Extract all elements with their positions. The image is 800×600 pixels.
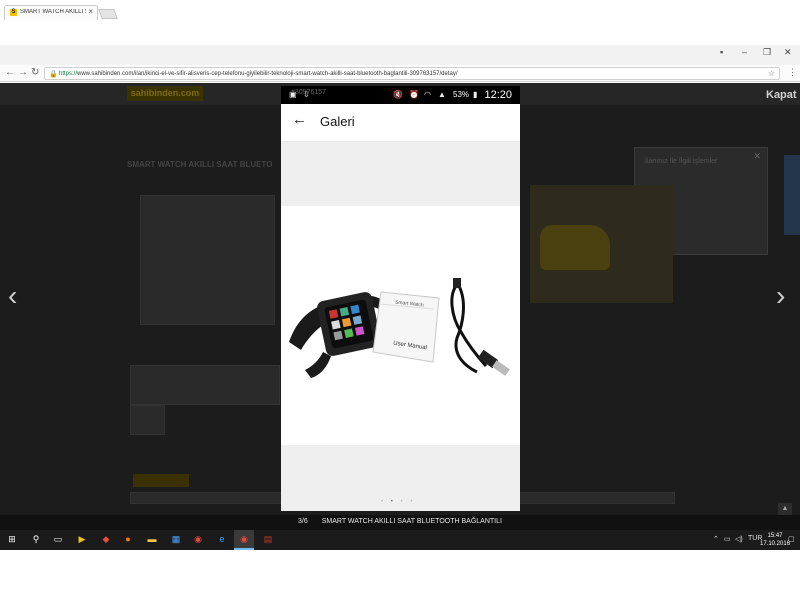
page-indicator-dots: • • • • [381,499,416,505]
alarm-icon: ⏰ [409,90,419,99]
browser-toolbar: ← → ↻ 🔒 https://www.sahibinden.com/ilan/… [0,65,800,82]
tab-close-icon[interactable]: × [88,7,93,16]
listing-title-dimmed: SMART WATCH AKILLI SAAT BLUETO [127,160,273,169]
tab-title: SMART WATCH AKILLI SA [20,9,86,15]
details-tab-dimmed [133,474,189,487]
gallery-caption: 3/6 SMART WATCH AKILLI SAAT BLUETOOTH BA… [0,518,800,525]
scroll-top-button[interactable]: ▲ [778,503,792,515]
profile-icon[interactable]: ▪ [720,47,723,57]
task-view-icon[interactable]: ▭ [52,533,64,545]
tab-strip [0,45,800,65]
signal-icon: ▲ [438,90,446,99]
url-text: https://www.sahibinden.com/ilan/ikinci-e… [59,71,458,77]
close-gallery-label: Kapat [766,89,797,101]
acrobat-icon[interactable]: ◆ [100,533,112,545]
browser-menu-icon[interactable]: ⋮ [788,67,797,78]
chrome-alt-icon[interactable]: ◉ [192,533,204,545]
forward-arrow-icon[interactable]: → [18,67,28,78]
image-caption-text: SMART WATCH AKILLI SAAT BLUETOOTH BAĞLAN… [321,518,502,525]
download-icon: ⇩ [303,90,310,99]
phone-screenshot: #30976157 ▣ ⇩ 🔇 ⏰ ◠ ▲ 53% ▮ 12:20 ← Gale… [281,86,520,511]
photo-padding-top [281,142,520,206]
panel-close-icon: ✕ [753,151,761,161]
mute-icon: 🔇 [393,90,403,99]
clock-date: 17.10.2016 [760,541,791,547]
browser-tab[interactable]: S SMART WATCH AKILLI SA × [4,5,98,20]
app-title: Galeri [320,114,355,129]
phone-status-bar: #30976157 ▣ ⇩ 🔇 ⏰ ◠ ▲ 53% ▮ 12:20 [281,86,520,104]
phone-clock: 12:20 [484,89,512,101]
restore-button[interactable]: ❐ [763,47,771,58]
windows-taskbar [0,530,800,550]
firefox-icon[interactable]: ● [122,533,134,545]
close-gallery-button[interactable]: Kapat✕ [763,88,800,101]
new-tab-button[interactable] [98,9,118,19]
previous-image-arrow-icon[interactable]: ‹ [8,280,17,312]
battery-icon: ▮ [473,90,478,99]
address-bar[interactable]: 🔒 https://www.sahibinden.com/ilan/ikinci… [44,67,780,80]
gallery-app-bar: ← Galeri [281,104,520,141]
tray-chevron-icon[interactable]: ⌃ [713,535,719,543]
internet-explorer-icon[interactable]: e [216,533,228,545]
listing-image-dimmed [140,195,275,325]
ad-car-image [540,225,610,270]
back-arrow-icon[interactable]: ← [5,67,15,78]
similar-listings-dimmed [130,365,280,405]
network-app-icon[interactable]: ▦ [170,533,182,545]
taskbar-clock[interactable]: 15:47 17.10.2016 [760,532,790,548]
image-counter: 3/6 [298,518,308,525]
panel-header: İlanınız İle İlgili İşlemler [645,158,718,165]
bookmark-star-icon[interactable]: ☆ [768,69,775,78]
file-explorer-icon[interactable]: ▬ [146,533,158,545]
sahibinden-favicon-icon: S [10,9,17,16]
search-icon[interactable]: ⚲ [30,533,42,545]
site-logo: sahibinden.com [127,86,203,101]
windows-start-icon[interactable]: ⊞ [6,533,18,545]
thumbnail-dimmed [130,405,165,435]
media-player-icon[interactable]: ▶ [76,533,88,545]
wifi-icon: ◠ [424,90,431,99]
product-photo: Smart Watch User Manual [281,206,520,445]
next-image-arrow-icon[interactable]: › [776,280,785,312]
advertisement-dimmed [530,185,673,303]
network-tray-icon[interactable]: ▭ [724,535,731,543]
clock-time: 15:47 [767,533,783,539]
chrome-icon[interactable]: ◉ [238,533,250,545]
gallery-icon: ▣ [289,90,297,99]
side-feedback-tab [784,155,800,235]
lock-icon: 🔒 [49,71,58,78]
usb-cable-image [450,278,510,376]
battery-percent: 53% [453,90,470,99]
volume-tray-icon[interactable]: ◁) [735,535,743,543]
minimize-button[interactable]: – [742,47,747,57]
close-window-button[interactable]: ✕ [784,47,792,58]
screenshot-app-icon[interactable]: ▤ [262,533,274,545]
reload-icon[interactable]: ↻ [31,67,39,78]
notification-icon[interactable]: ▢ [788,535,795,543]
back-arrow-icon[interactable]: ← [292,111,307,128]
